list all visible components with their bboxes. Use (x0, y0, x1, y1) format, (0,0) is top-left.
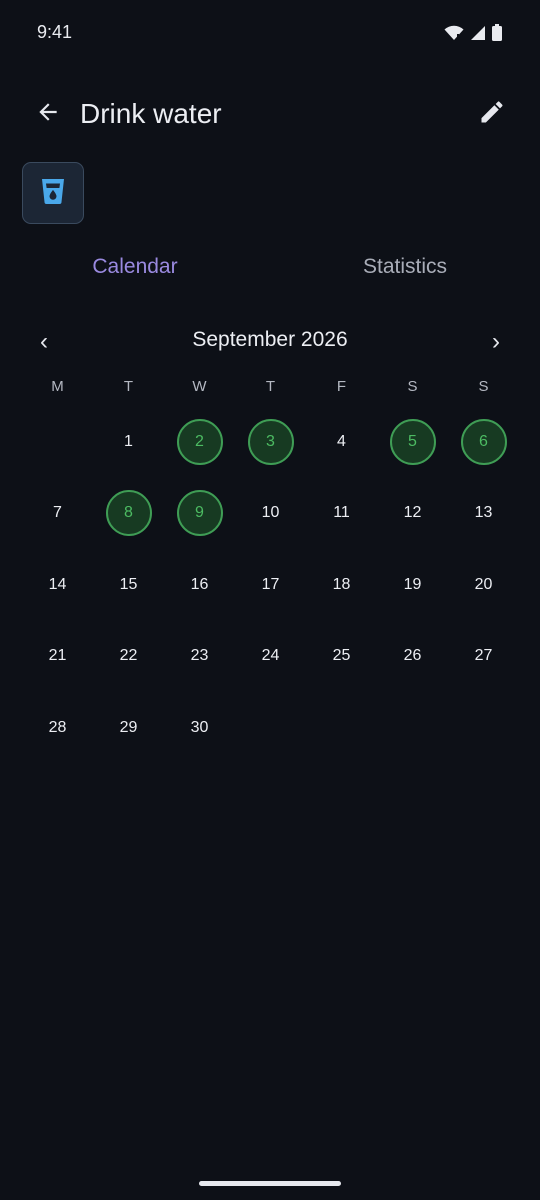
calendar-day-9[interactable]: 9 (164, 478, 235, 550)
calendar-day-23[interactable]: 23 (164, 621, 235, 693)
calendar-day-16[interactable]: 16 (164, 549, 235, 621)
calendar-day-5[interactable]: 5 (377, 406, 448, 478)
completed-day-number: 6 (460, 418, 507, 465)
day-number: 29 (119, 718, 138, 736)
calendar-day-27[interactable]: 27 (448, 621, 519, 693)
calendar-day-1[interactable]: 1 (93, 406, 164, 478)
chevron-right-icon: › (492, 328, 500, 355)
weekday-label: T (265, 378, 276, 395)
page-title: Drink water (80, 98, 222, 129)
calendar-day-21[interactable]: 21 (22, 621, 93, 693)
day-number: 20 (474, 575, 493, 593)
screen: 9:41 Drink water Calendar Statistics ‹ S… (0, 0, 540, 1200)
calendar-day-15[interactable]: 15 (93, 549, 164, 621)
day-number: 22 (119, 647, 138, 665)
calendar-day-26[interactable]: 26 (377, 621, 448, 693)
calendar-day-6[interactable]: 6 (448, 406, 519, 478)
calendar-day-4[interactable]: 4 (306, 406, 377, 478)
day-number: 12 (403, 504, 422, 522)
day-number: 26 (403, 647, 422, 665)
calendar-day-20[interactable]: 20 (448, 549, 519, 621)
calendar-day-25[interactable]: 25 (306, 621, 377, 693)
day-number: 15 (119, 575, 138, 593)
tab-calendar[interactable]: Calendar (0, 244, 270, 290)
calendar-days-grid: 1 2 3 4 5 6 7 8 9 10 11 12 13 14 15 16 17 18 19 20 21 22 23 24 2… (22, 406, 519, 764)
day-number: 21 (48, 647, 67, 665)
weekday-label: S (407, 378, 418, 395)
day-number: 30 (190, 718, 209, 736)
month-header: ‹ September 2026 › (0, 322, 540, 362)
day-number: 25 (332, 647, 351, 665)
habit-icon-badge (22, 162, 84, 224)
wifi-icon (444, 25, 464, 41)
day-number: 24 (261, 647, 280, 665)
next-month-button[interactable]: › (482, 326, 510, 358)
day-number: 1 (124, 432, 133, 450)
back-button[interactable] (30, 96, 66, 132)
calendar-day-14[interactable]: 14 (22, 549, 93, 621)
calendar-day-7[interactable]: 7 (22, 478, 93, 550)
day-number: 7 (53, 504, 62, 522)
weekday-label: M (51, 378, 64, 395)
calendar-day-19[interactable]: 19 (377, 549, 448, 621)
pencil-icon (478, 98, 506, 131)
status-bar: 9:41 (0, 0, 540, 66)
calendar-day-2[interactable]: 2 (164, 406, 235, 478)
calendar-day-18[interactable]: 18 (306, 549, 377, 621)
day-number: 4 (337, 432, 346, 450)
weekday-label: T (123, 378, 134, 395)
day-number: 11 (333, 504, 350, 522)
day-number: 10 (261, 504, 280, 522)
day-number: 28 (48, 718, 67, 736)
battery-icon (492, 24, 502, 41)
calendar-day-24[interactable]: 24 (235, 621, 306, 693)
day-number: 19 (403, 575, 422, 593)
month-title: September 2026 (192, 328, 348, 351)
day-number: 17 (261, 575, 280, 593)
calendar-day-29[interactable]: 29 (93, 692, 164, 764)
calendar-day-17[interactable]: 17 (235, 549, 306, 621)
calendar-day-10[interactable]: 10 (235, 478, 306, 550)
arrow-left-icon (35, 99, 61, 130)
weekday-label: W (192, 378, 207, 395)
completed-day-number: 9 (176, 490, 223, 537)
day-number: 23 (190, 647, 209, 665)
edit-button[interactable] (474, 96, 510, 132)
water-glass-icon (40, 177, 66, 210)
weekday-row: M T W T F S S (22, 376, 519, 398)
calendar-day-3[interactable]: 3 (235, 406, 306, 478)
calendar-day-22[interactable]: 22 (93, 621, 164, 693)
completed-day-number: 5 (389, 418, 436, 465)
tab-bar: Calendar Statistics (0, 244, 540, 290)
weekday-label: S (478, 378, 489, 395)
day-number: 13 (474, 504, 493, 522)
calendar-day-30[interactable]: 30 (164, 692, 235, 764)
status-time: 9:41 (37, 22, 73, 42)
calendar-day-8[interactable]: 8 (93, 478, 164, 550)
day-number: 16 (190, 575, 209, 593)
day-number: 27 (474, 647, 493, 665)
completed-day-number: 3 (247, 418, 294, 465)
home-indicator[interactable] (199, 1181, 341, 1186)
completed-day-number: 8 (105, 490, 152, 537)
calendar-day-12[interactable]: 12 (377, 478, 448, 550)
completed-day-number: 2 (176, 418, 223, 465)
status-icons (444, 24, 502, 41)
day-number: 14 (48, 575, 67, 593)
signal-icon (470, 25, 486, 41)
weekday-label: F (336, 378, 347, 395)
calendar-day-13[interactable]: 13 (448, 478, 519, 550)
calendar-day-11[interactable]: 11 (306, 478, 377, 550)
tab-statistics[interactable]: Statistics (270, 244, 540, 290)
calendar-blank-cell (22, 406, 93, 478)
day-number: 18 (332, 575, 351, 593)
calendar-day-28[interactable]: 28 (22, 692, 93, 764)
